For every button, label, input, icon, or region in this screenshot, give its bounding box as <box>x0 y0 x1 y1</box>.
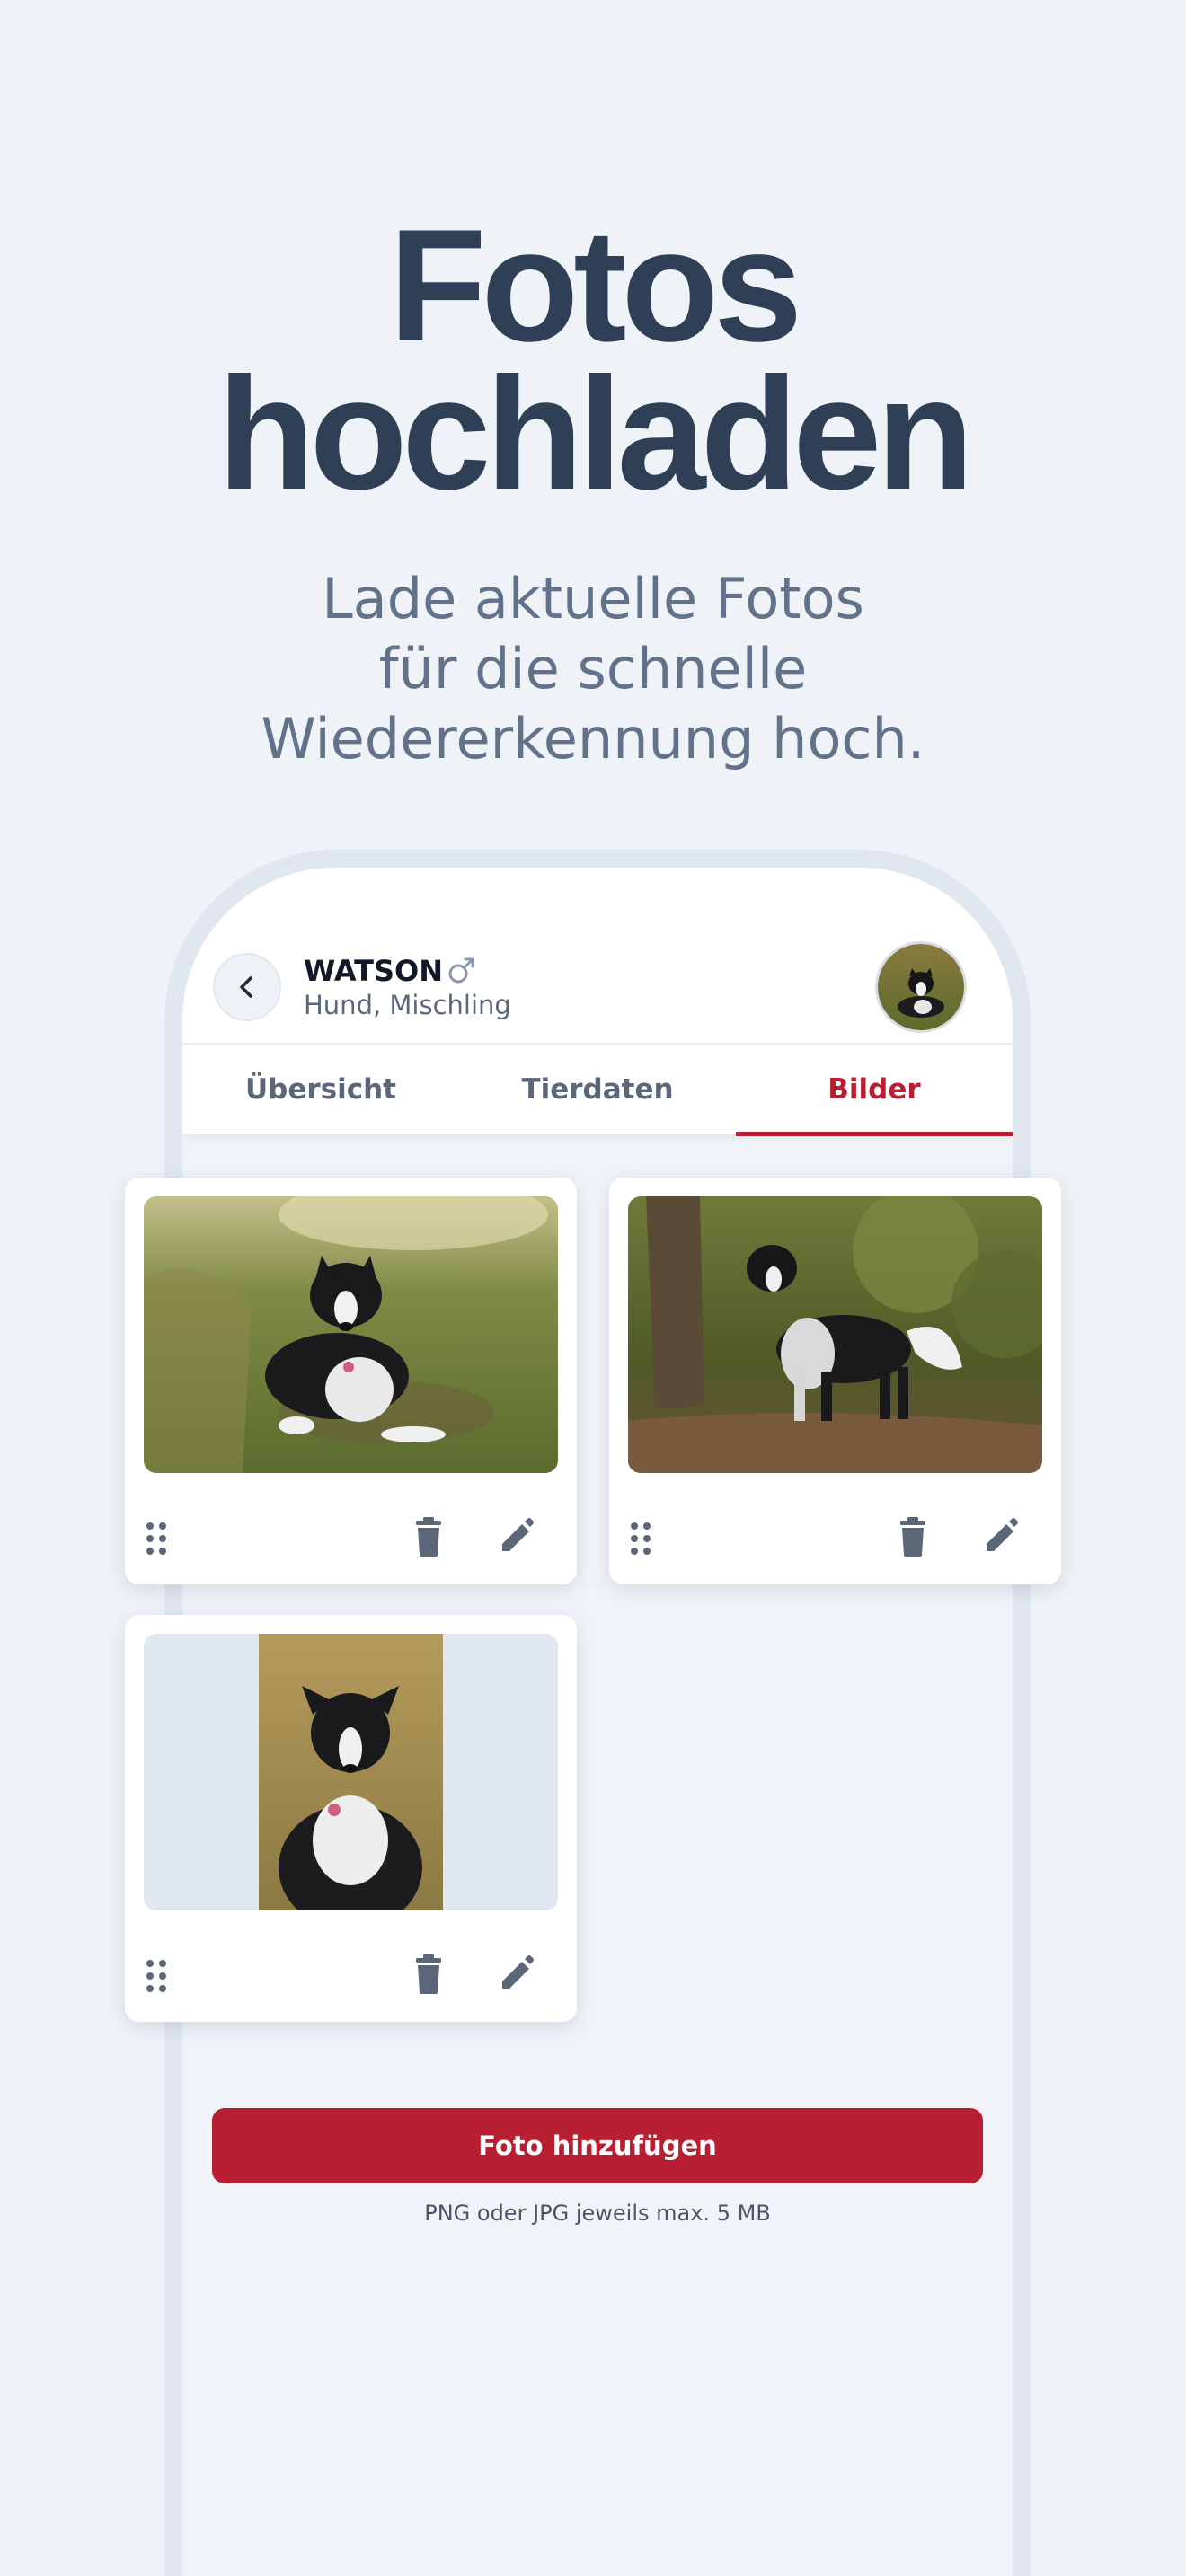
dog-portrait-image <box>144 1634 558 1910</box>
headline-line-2: hochladen <box>217 344 974 523</box>
dog-lying-image <box>144 1196 558 1473</box>
male-icon <box>448 957 474 984</box>
promo-headline: Fotos hochladen <box>0 196 1186 523</box>
headline-line-1: Fotos <box>388 196 802 375</box>
pet-avatar[interactable] <box>875 941 967 1033</box>
drag-handle-icon[interactable] <box>145 1958 170 1994</box>
tab-uebersicht[interactable]: Übersicht <box>182 1045 459 1134</box>
pet-name: WATSON <box>304 954 443 988</box>
dog-photo[interactable] <box>628 1196 1042 1473</box>
tab-bar: Übersicht Tierdaten Bilder <box>182 1043 1013 1136</box>
pet-header: WATSON Hund, Mischling <box>182 868 1013 1043</box>
upload-hint: PNG oder JPG jeweils max. 5 MB <box>424 2201 771 2226</box>
dog-photo[interactable] <box>144 1634 558 1910</box>
subline-line-2: für die schnelle <box>378 636 808 701</box>
pencil-icon[interactable] <box>497 1515 536 1558</box>
photo-card <box>125 1615 577 2022</box>
dog-standing-image <box>628 1196 1042 1473</box>
back-button[interactable] <box>213 953 281 1021</box>
tab-tierdaten[interactable]: Tierdaten <box>459 1045 736 1134</box>
drag-handle-icon[interactable] <box>629 1521 654 1557</box>
subline-line-1: Lade aktuelle Fotos <box>322 566 864 631</box>
add-photo-button[interactable]: Foto hinzufügen <box>212 2108 983 2183</box>
app-store-screenshot: Fotos hochladen Lade aktuelle Fotos für … <box>0 0 1186 2576</box>
avatar-dog-image <box>878 944 964 1030</box>
subline-line-3: Wiedererkennung hoch. <box>261 706 925 772</box>
pet-breed: Hund, Mischling <box>304 990 511 1020</box>
pencil-icon[interactable] <box>497 1953 536 1996</box>
photo-card <box>125 1178 577 1584</box>
drag-handle-icon[interactable] <box>145 1521 170 1557</box>
promo-subline: Lade aktuelle Fotos für die schnelle Wie… <box>0 564 1186 774</box>
trash-icon[interactable] <box>409 1953 448 1996</box>
dog-photo[interactable] <box>144 1196 558 1473</box>
trash-icon[interactable] <box>409 1515 448 1558</box>
chevron-left-icon <box>240 976 252 998</box>
pencil-icon[interactable] <box>981 1515 1021 1558</box>
photo-card <box>609 1178 1061 1584</box>
tab-bilder[interactable]: Bilder <box>736 1045 1013 1136</box>
trash-icon[interactable] <box>893 1515 933 1558</box>
